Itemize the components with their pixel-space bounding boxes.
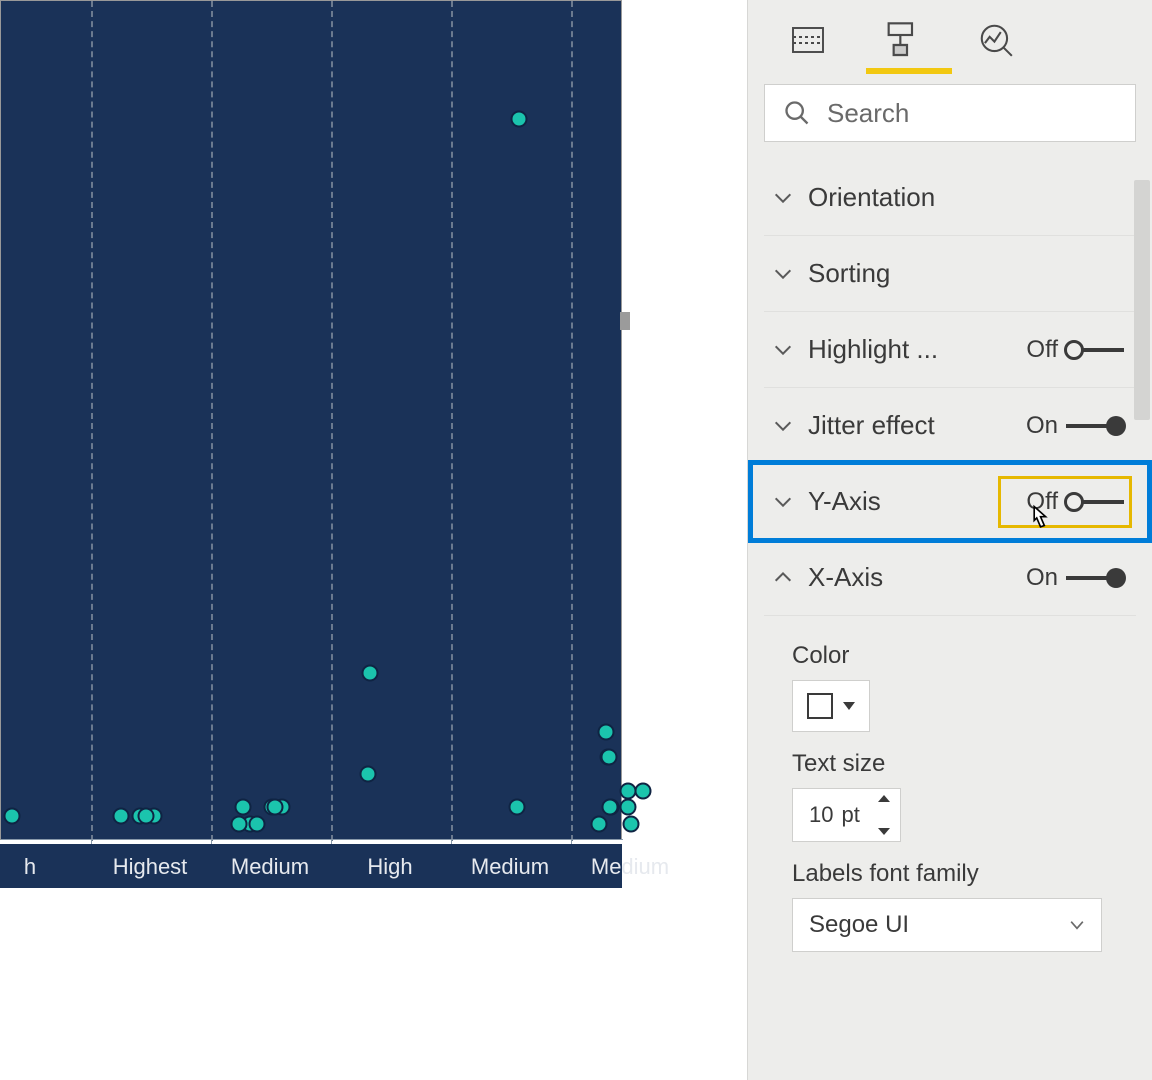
- font-family-select[interactable]: Segoe UI: [792, 898, 1102, 952]
- toggle-switch[interactable]: [1066, 415, 1124, 437]
- panel-tabs: [748, 0, 1152, 80]
- panel-row-label: Y-Axis: [808, 486, 1016, 517]
- panel-row-x-axis[interactable]: X-AxisOn: [764, 540, 1136, 616]
- panel-row-label: X-Axis: [808, 562, 1016, 593]
- font-family-value: Segoe UI: [809, 911, 909, 939]
- active-tab-indicator: [866, 68, 952, 74]
- toggle-group: On: [1016, 412, 1124, 440]
- text-size-unit: pt: [841, 802, 859, 828]
- panel-row-sorting[interactable]: Sorting: [764, 236, 1136, 312]
- chevron-down-icon: [1067, 915, 1087, 935]
- text-size-value: 10: [809, 802, 833, 828]
- data-point[interactable]: [508, 799, 525, 816]
- data-point[interactable]: [619, 799, 636, 816]
- data-point[interactable]: [601, 799, 618, 816]
- search-icon: [783, 99, 811, 127]
- x-axis-category-label: Medium: [460, 854, 560, 880]
- search-placeholder: Search: [827, 98, 909, 129]
- panel-row-highlight-[interactable]: Highlight ...Off: [764, 312, 1136, 388]
- toggle-group: On: [1016, 564, 1124, 592]
- x-axis-category-label: Medium: [220, 854, 320, 880]
- font-family-label: Labels font family: [792, 860, 1136, 888]
- data-point[interactable]: [138, 807, 155, 824]
- data-point[interactable]: [3, 807, 20, 824]
- toggle-switch[interactable]: [1066, 491, 1124, 513]
- fields-tab[interactable]: [784, 16, 832, 64]
- data-point[interactable]: [112, 807, 129, 824]
- data-point[interactable]: [267, 799, 284, 816]
- panel-row-label: Highlight ...: [808, 334, 1016, 365]
- data-point[interactable]: [234, 799, 251, 816]
- data-point[interactable]: [359, 765, 376, 782]
- gridline: [211, 1, 213, 841]
- gridline: [331, 1, 333, 841]
- text-size-label: Text size: [792, 750, 1136, 778]
- data-point[interactable]: [591, 816, 608, 833]
- chevron-down-icon: [772, 187, 794, 209]
- chevron-down-icon: [772, 491, 794, 513]
- panel-row-jitter-effect[interactable]: Jitter effectOn: [764, 388, 1136, 464]
- panel-scroll-area: OrientationSortingHighlight ...OffJitter…: [748, 160, 1152, 1080]
- caret-down-icon: [843, 702, 855, 710]
- search-container: Search: [764, 84, 1136, 142]
- x-axis-category-label: Medium: [580, 854, 680, 880]
- toggle-state-label: Off: [1016, 336, 1058, 364]
- format-tab[interactable]: [878, 16, 926, 64]
- toggle-state-label: Off: [1016, 488, 1058, 516]
- data-point[interactable]: [601, 749, 618, 766]
- chevron-down-icon: [772, 415, 794, 437]
- x-axis-labels: hHighestMediumHighMediumMedium: [0, 844, 622, 888]
- chevron-up-icon: [772, 567, 794, 589]
- panel-row-label: Sorting: [808, 258, 1136, 289]
- chevron-down-icon: [772, 263, 794, 285]
- toggle-state-label: On: [1016, 564, 1058, 592]
- text-size-stepper[interactable]: 10 pt: [792, 788, 901, 842]
- data-point[interactable]: [622, 816, 639, 833]
- toggle-state-label: On: [1016, 412, 1058, 440]
- data-point[interactable]: [231, 816, 248, 833]
- data-point[interactable]: [510, 110, 527, 127]
- color-swatch: [807, 693, 833, 719]
- panel-row-label: Orientation: [808, 182, 1136, 213]
- resize-handle[interactable]: [620, 312, 630, 330]
- toggle-group: Off: [1016, 488, 1124, 516]
- format-panel: Search OrientationSortingHighlight ...Of…: [747, 0, 1152, 1080]
- color-label: Color: [792, 642, 1136, 670]
- toggle-switch[interactable]: [1066, 567, 1124, 589]
- chevron-down-icon: [772, 339, 794, 361]
- spinner-up-icon[interactable]: [878, 795, 890, 802]
- data-point[interactable]: [362, 665, 379, 682]
- color-picker[interactable]: [792, 680, 870, 732]
- data-point[interactable]: [598, 723, 615, 740]
- search-input[interactable]: Search: [764, 84, 1136, 142]
- toggle-group: Off: [1016, 336, 1124, 364]
- x-axis-category-label: Highest: [100, 854, 200, 880]
- panel-row-orientation[interactable]: Orientation: [764, 160, 1136, 236]
- spinner-down-icon[interactable]: [878, 828, 890, 835]
- chart-plot[interactable]: [0, 0, 622, 840]
- chart-area: hHighestMediumHighMediumMedium: [0, 0, 676, 892]
- data-point[interactable]: [249, 816, 266, 833]
- x-axis-subpanel: Color Text size 10 pt Labels font family…: [764, 616, 1136, 952]
- gridline: [451, 1, 453, 841]
- gridline: [91, 1, 93, 841]
- data-point[interactable]: [634, 782, 651, 799]
- panel-row-label: Jitter effect: [808, 410, 1016, 441]
- x-axis-line: [1, 839, 623, 840]
- x-axis-category-label: h: [0, 854, 80, 880]
- panel-row-y-axis[interactable]: Y-AxisOff: [764, 464, 1136, 540]
- gridline: [571, 1, 573, 841]
- toggle-switch[interactable]: [1066, 339, 1124, 361]
- panel-scrollbar[interactable]: [1134, 180, 1150, 420]
- x-axis-category-label: High: [340, 854, 440, 880]
- analytics-tab[interactable]: [972, 16, 1020, 64]
